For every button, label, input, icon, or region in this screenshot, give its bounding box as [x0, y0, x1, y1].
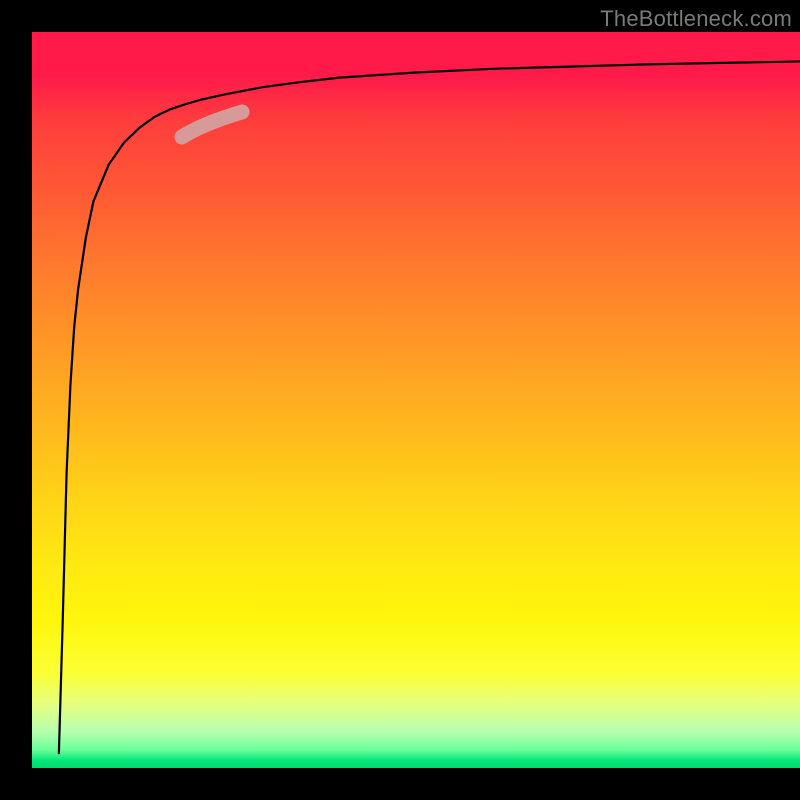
highlight-segment [182, 112, 242, 137]
bottleneck-curve-path [59, 61, 800, 753]
chart-plot-area [32, 32, 800, 768]
curve-svg [32, 32, 800, 768]
watermark-text: TheBottleneck.com [600, 6, 792, 32]
